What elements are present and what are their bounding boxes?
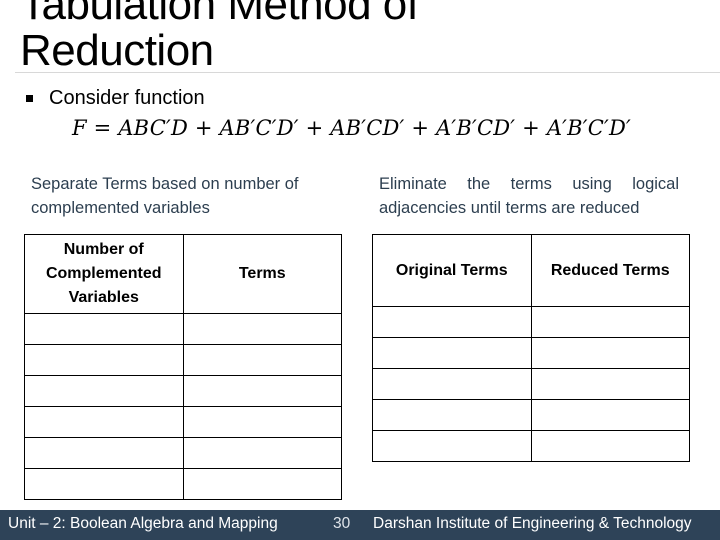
table-cell [24,406,184,438]
table-cell [24,375,184,407]
table-cell [530,337,690,369]
table-row [24,406,342,438]
boolean-equation: F = ABC′D + AB′C′D′ + AB′CD′ + A′B′CD′ +… [72,116,631,140]
table-cell [530,306,690,338]
slide-footer: Unit – 2: Boolean Algebra and Mapping 30… [0,510,720,540]
table-cell [372,337,532,369]
table-cell [372,399,532,431]
table-header-row: Original Terms Reduced Terms [372,234,690,307]
table-header-row: Number of Complemented Variables Terms [24,234,342,314]
table-cell [530,368,690,400]
table-row [372,430,690,462]
footer-page-number: 30 [333,515,351,532]
column-header-complemented-count: Number of Complemented Variables [24,234,184,314]
square-bullet-icon [26,95,33,102]
table-cell [182,406,342,438]
footer-unit-title: Unit – 2: Boolean Algebra and Mapping [8,515,278,532]
table-row [372,337,690,369]
table-cell [530,399,690,431]
table-cell [24,313,184,345]
slide-title: Tabulation Method of Reduction [20,0,419,75]
table-cell [372,368,532,400]
left-caption: Separate Terms based on number of comple… [31,175,299,217]
column-header-original-terms: Original Terms [372,234,532,307]
table-cell [182,313,342,345]
table-cell [372,306,532,338]
table-row [24,437,342,469]
title-divider [15,72,720,73]
right-caption: Eliminate the terms using logical adjace… [379,175,679,217]
complemented-variables-table: Number of Complemented Variables Terms [24,234,342,500]
table-row [24,468,342,500]
table-cell [24,437,184,469]
column-header-reduced-terms: Reduced Terms [530,234,690,307]
reduction-table: Original Terms Reduced Terms [372,234,690,462]
table-cell [24,468,184,500]
table-cell [182,375,342,407]
table-cell [530,430,690,462]
column-header-terms: Terms [182,234,342,314]
table-row [24,344,342,376]
bullet-item: Consider function [26,87,205,110]
bullet-text: Consider function [49,87,205,109]
table-row [372,368,690,400]
footer-institute: Darshan Institute of Engineering & Techn… [373,515,692,532]
table-cell [182,437,342,469]
table-cell [182,344,342,376]
table-row [372,306,690,338]
table-cell [372,430,532,462]
table-row [24,375,342,407]
table-row [24,313,342,345]
table-cell [24,344,184,376]
table-cell [182,468,342,500]
table-row [372,399,690,431]
